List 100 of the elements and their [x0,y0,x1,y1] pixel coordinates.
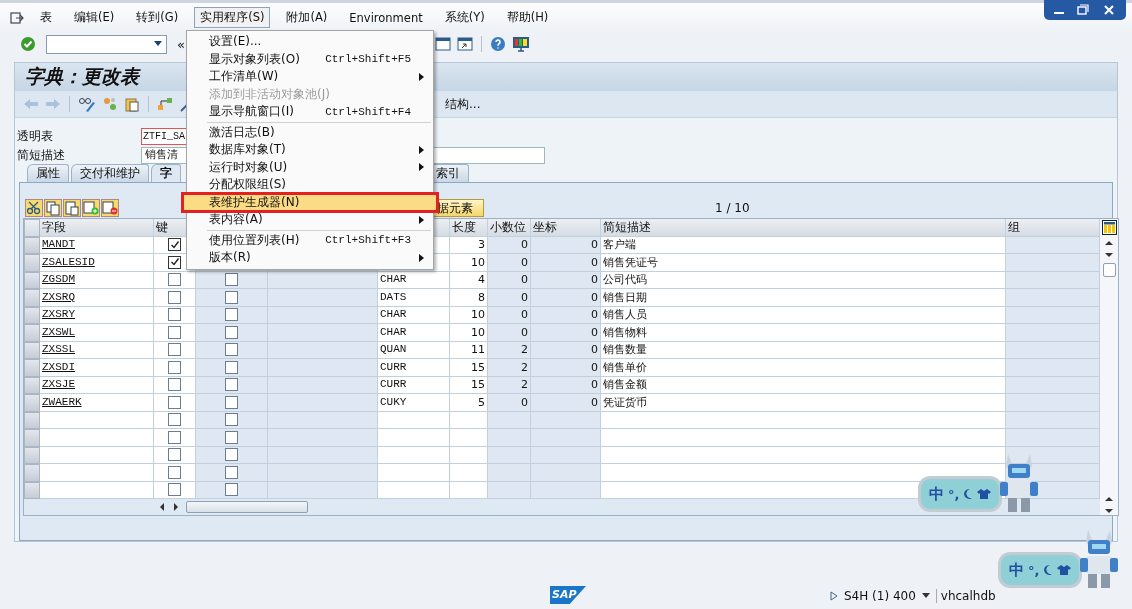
column-header: 简短描述 [601,219,1006,237]
checkbox[interactable] [225,465,238,479]
copy-icon[interactable] [44,199,62,217]
checkbox[interactable] [168,273,181,287]
checkbox[interactable] [168,360,181,374]
menu-item[interactable]: 设置(E)... [187,33,433,51]
ime-status-bar[interactable]: 中 °, [998,552,1083,588]
field-name-link[interactable]: ZXSSL [42,341,75,359]
check-icon[interactable] [20,36,36,52]
menu-item[interactable]: 激活日志(B) [187,123,433,141]
menu-icon[interactable] [10,11,24,24]
checkbox[interactable] [225,343,238,357]
delete-row-icon[interactable] [101,199,119,217]
menu-item[interactable]: 帮助(H) [500,7,555,28]
dropdown-caret-icon[interactable] [153,41,163,47]
checkbox[interactable] [168,378,181,392]
menu-item[interactable]: 附加(A) [280,7,334,28]
checkbox[interactable] [168,465,181,479]
tab[interactable]: 字 [151,164,181,182]
checkbox[interactable] [168,325,181,339]
paste-icon[interactable] [63,199,81,217]
table-cell [488,429,531,447]
table-cell [378,429,450,447]
checkbox[interactable] [225,395,238,409]
scroll-up-icon[interactable] [1104,495,1114,503]
command-field[interactable] [46,34,167,54]
scroll-down-icon[interactable] [1104,251,1114,259]
field-name-link[interactable]: ZXSDI [42,359,75,376]
table-cell [488,464,531,482]
menu-item[interactable]: Environment [343,7,429,28]
field-name-link[interactable]: ZWAERK [42,394,82,411]
tab[interactable]: 交付和维护 [71,164,149,182]
field-name-link[interactable]: MANDT [42,236,75,254]
tab[interactable]: 属性 [27,164,69,182]
scissors-icon[interactable] [25,199,43,217]
scroll-up-icon[interactable] [1104,239,1114,247]
window-icon[interactable] [434,36,451,52]
column-settings-icon[interactable] [1101,220,1117,235]
checkbox[interactable] [168,308,181,322]
dropdown-caret-icon[interactable] [921,593,930,599]
menu-item[interactable]: 版本(R) [187,249,433,267]
table-cell: 0 [488,289,531,307]
checkbox[interactable] [225,290,238,304]
table-cell [531,429,601,447]
checkbox[interactable] [168,413,181,427]
field-name-link[interactable]: ZXSRQ [42,289,75,306]
field-name-link[interactable]: ZGSDM [42,271,75,289]
menu-item[interactable]: 转到(G) [130,7,185,28]
checkbox[interactable] [225,308,238,322]
table-cell: 0 [531,254,601,272]
checkbox[interactable] [168,238,181,252]
scroll-right-icon[interactable] [172,502,180,512]
checkbox[interactable] [225,273,238,287]
checkbox[interactable] [168,290,181,304]
field-name-link[interactable]: ZXSJE [42,376,75,394]
menu-item[interactable]: 表维护生成器(N) [183,193,437,211]
checkbox[interactable] [225,430,238,444]
glasses-pencil-icon[interactable] [78,96,96,112]
field-name-link[interactable]: ZXSWL [42,324,75,341]
menu-item[interactable]: 工作清单(W) [187,68,433,86]
menu-item[interactable]: 显示对象列表(O) Ctrl+Shift+F5 [187,50,433,68]
checkbox[interactable] [168,255,181,269]
circles-icon[interactable] [102,96,118,112]
scroll-left-icon[interactable] [158,502,166,512]
insert-row-icon[interactable] [82,199,100,217]
menu-item[interactable]: 实用程序(S) [194,7,271,28]
page-counter: 1 / 10 [715,201,750,217]
window-icon[interactable] [456,36,473,52]
menu-item[interactable]: 编辑(E) [68,7,121,28]
scroll-down-icon[interactable] [1104,507,1114,515]
submenu-arrow-icon [419,252,425,263]
expand-triangle-icon[interactable] [830,591,838,601]
checkbox[interactable] [168,395,181,409]
help-icon[interactable] [489,36,506,52]
checkbox[interactable] [225,360,238,374]
ime-status-bar[interactable]: 中 °, [918,476,1003,512]
checkbox[interactable] [168,430,181,444]
checkbox[interactable] [168,483,181,497]
checkbox[interactable] [225,448,238,462]
checkbox[interactable] [225,413,238,427]
menu-item[interactable]: 显示导航窗口(I) Ctrl+Shift+F4 [187,103,433,121]
checkbox[interactable] [225,483,238,497]
scrollbar-thumb[interactable] [1102,263,1116,277]
field-name-link[interactable]: ZSALESID [42,254,95,271]
collapse-button[interactable]: « [177,36,185,52]
clipboard-icon[interactable] [124,96,140,112]
input-field[interactable]: ZTFI_SA [141,128,187,145]
checkbox[interactable] [168,448,181,462]
table-cell: DATS [378,289,450,307]
menu-item[interactable]: 系统(Y) [438,7,491,28]
menu-item[interactable]: 数据库对象(T) [187,141,433,159]
checkbox[interactable] [225,378,238,392]
monitor-icon[interactable] [511,36,530,52]
checkbox[interactable] [225,325,238,339]
scrollbar-thumb[interactable] [186,501,308,513]
menu-item[interactable]: 表 [34,7,58,28]
checkbox[interactable] [168,343,181,357]
toolbar-button[interactable]: 结构... [445,95,481,113]
hierarchy-icon[interactable] [157,96,173,112]
field-name-link[interactable]: ZXSRY [42,306,75,324]
